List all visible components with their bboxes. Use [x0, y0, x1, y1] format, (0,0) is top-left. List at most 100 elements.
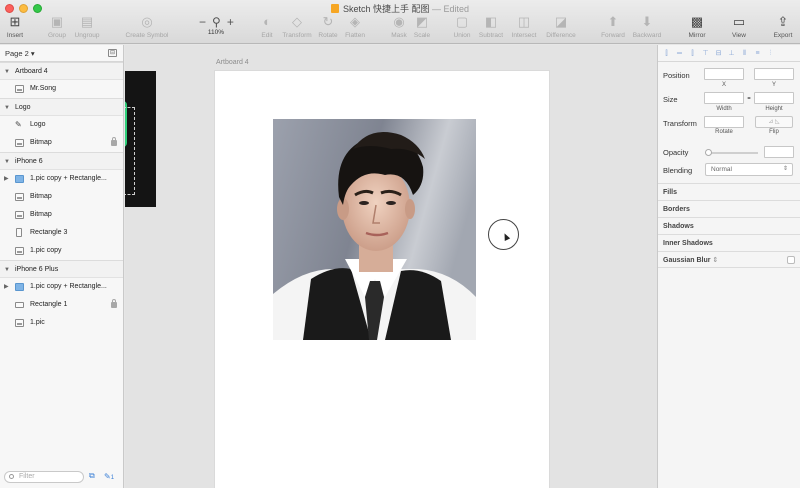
shadows-section[interactable]: Shadows [658, 217, 800, 234]
export-button[interactable]: ⇪ Export [770, 14, 796, 39]
subtract-label: Subtract [478, 32, 504, 39]
artboard[interactable] [214, 70, 550, 488]
opacity-input[interactable] [764, 146, 794, 158]
height-label: Height [765, 106, 783, 112]
layer-group-label: iPhone 6 Plus [15, 266, 59, 273]
width-input[interactable] [704, 92, 744, 104]
zoom-out-button[interactable]: − [199, 15, 206, 29]
difference-button[interactable]: ◪ Difference [543, 14, 579, 39]
height-input[interactable] [754, 92, 794, 104]
zoom-in-button[interactable]: + [227, 15, 234, 29]
transform-button[interactable]: ◇ Transform [280, 14, 314, 39]
disclosure-right-icon[interactable]: ▶ [4, 278, 9, 296]
difference-label: Difference [546, 32, 576, 39]
subtract-icon: ◧ [484, 14, 498, 29]
intersect-button[interactable]: ◫ Intersect [508, 14, 540, 39]
union-button[interactable]: ▢ Union [450, 14, 474, 39]
edit-button[interactable]: ◐ Edit [256, 14, 278, 39]
flip-buttons[interactable]: ⊿ ◺ [755, 116, 793, 128]
portrait-illustration [273, 119, 476, 340]
distribute-v-icon[interactable]: ≡ [753, 50, 762, 57]
flatten-button[interactable]: ◈ Flatten [342, 14, 368, 39]
disclosure-down-icon[interactable]: ▼ [4, 261, 10, 277]
zoom-control: − ⚲ + 110% [196, 15, 236, 36]
inner-shadows-section[interactable]: Inner Shadows [658, 234, 800, 251]
layer-group-logo[interactable]: ▼ Logo [0, 98, 123, 116]
lock-icon[interactable] [111, 299, 117, 308]
layers-panel: Page 2 ▾ ⊟ ▼ Artboard 4 Mr.Song ▼ Logo ✎… [0, 45, 124, 488]
edit-pencil-icon[interactable]: ✎1 [104, 472, 114, 481]
flatten-icon: ◈ [350, 14, 360, 29]
transform-label: Transform [663, 119, 697, 128]
layer-group-artboard-4[interactable]: ▼ Artboard 4 [0, 62, 123, 80]
layer-item[interactable]: Mr.Song [0, 80, 123, 98]
layer-item-label: 1.pic [30, 319, 45, 326]
fills-section[interactable]: Fills [658, 183, 800, 200]
layer-group-iphone-6-plus[interactable]: ▼ iPhone 6 Plus [0, 260, 123, 278]
insert-label: Insert [6, 32, 24, 39]
layer-item[interactable]: ✎ Logo [0, 116, 123, 134]
align-bottom-icon[interactable]: ⊥ [727, 50, 736, 57]
insert-button[interactable]: ⊞ Insert [4, 14, 26, 39]
distribute-h-icon[interactable]: ⦀ [740, 50, 749, 57]
align-right-icon[interactable]: ⫿ [688, 50, 697, 57]
align-left-icon[interactable]: ⫿ [662, 50, 671, 57]
transform-icon: ◇ [292, 14, 302, 29]
opacity-slider[interactable] [705, 149, 758, 156]
mirror-button[interactable]: ▩ Mirror [684, 14, 710, 39]
subtract-button[interactable]: ◧ Subtract [476, 14, 506, 39]
group-button[interactable]: ▣ Group [46, 14, 68, 39]
layer-item[interactable]: ▶ 1.pic copy + Rectangle... [0, 170, 123, 188]
align-vcenter-icon[interactable]: ⊟ [714, 50, 723, 57]
rotate-input[interactable] [704, 116, 744, 128]
canvas[interactable]: Artboard 4 [125, 45, 657, 488]
logo-artboard-preview[interactable] [125, 71, 156, 207]
layer-item[interactable]: Bitmap [0, 134, 123, 152]
intersect-icon: ◫ [517, 14, 531, 29]
align-hcenter-icon[interactable]: ═ [675, 50, 684, 57]
disclosure-down-icon[interactable]: ▼ [4, 153, 10, 169]
align-top-icon[interactable]: ⊤ [701, 50, 710, 57]
pages-icon[interactable]: ⧉ [89, 471, 95, 481]
layer-item[interactable]: 1.pic [0, 314, 123, 332]
scale-button[interactable]: ◩ Scale [411, 14, 433, 39]
ungroup-button[interactable]: ▤ Ungroup [72, 14, 102, 39]
x-input[interactable] [704, 68, 744, 80]
disclosure-down-icon[interactable]: ▼ [4, 63, 10, 79]
bitmap-icon [15, 139, 24, 147]
chevron-updown-icon: ⇕ [782, 166, 788, 172]
portrait-photo[interactable] [273, 119, 476, 340]
layer-item[interactable]: Rectangle 1 [0, 296, 123, 314]
layer-item[interactable]: ▶ 1.pic copy + Rectangle... [0, 278, 123, 296]
opacity-slider-knob[interactable] [705, 149, 712, 156]
layer-item[interactable]: Rectangle 3 [0, 224, 123, 242]
layer-group-iphone-6[interactable]: ▼ iPhone 6 [0, 152, 123, 170]
layer-item[interactable]: Bitmap [0, 206, 123, 224]
rotate-button[interactable]: ↻ Rotate [316, 14, 340, 39]
y-input[interactable] [754, 68, 794, 80]
lock-ratio-icon[interactable]: ⚭ [745, 95, 753, 102]
mask-button[interactable]: ◉ Mask [388, 14, 410, 39]
gaussian-blur-checkbox[interactable] [787, 256, 795, 264]
borders-label: Borders [663, 206, 690, 213]
forward-button[interactable]: ⬆ Forward [598, 14, 628, 39]
view-button[interactable]: ▭ View [726, 14, 752, 39]
artboard-title[interactable]: Artboard 4 [216, 59, 249, 66]
page-selector[interactable]: Page 2 ▾ ⊟ [0, 45, 123, 62]
align-extra-icon[interactable]: ⫶ [766, 50, 775, 57]
disclosure-right-icon[interactable]: ▶ [4, 170, 9, 188]
gaussian-blur-section[interactable]: Gaussian Blur ⇕ [658, 251, 800, 268]
blending-select[interactable]: Normal ⇕ [705, 163, 793, 176]
add-page-icon[interactable]: ⊟ [108, 49, 117, 57]
lock-icon[interactable] [111, 137, 117, 146]
sketch-window: Sketch 快捷上手 配图 — Edited ⊞ Insert ▣ Group… [0, 0, 800, 488]
layer-item[interactable]: Bitmap [0, 188, 123, 206]
borders-section[interactable]: Borders [658, 200, 800, 217]
disclosure-down-icon[interactable]: ▼ [4, 99, 10, 115]
width-label: Width [716, 106, 732, 112]
create-symbol-button[interactable]: ◎ Create Symbol [122, 14, 172, 39]
backward-button[interactable]: ⬇ Backward [630, 14, 664, 39]
filter-input[interactable]: Filter [4, 471, 84, 483]
difference-icon: ◪ [554, 14, 568, 29]
layer-item[interactable]: 1.pic copy [0, 242, 123, 260]
